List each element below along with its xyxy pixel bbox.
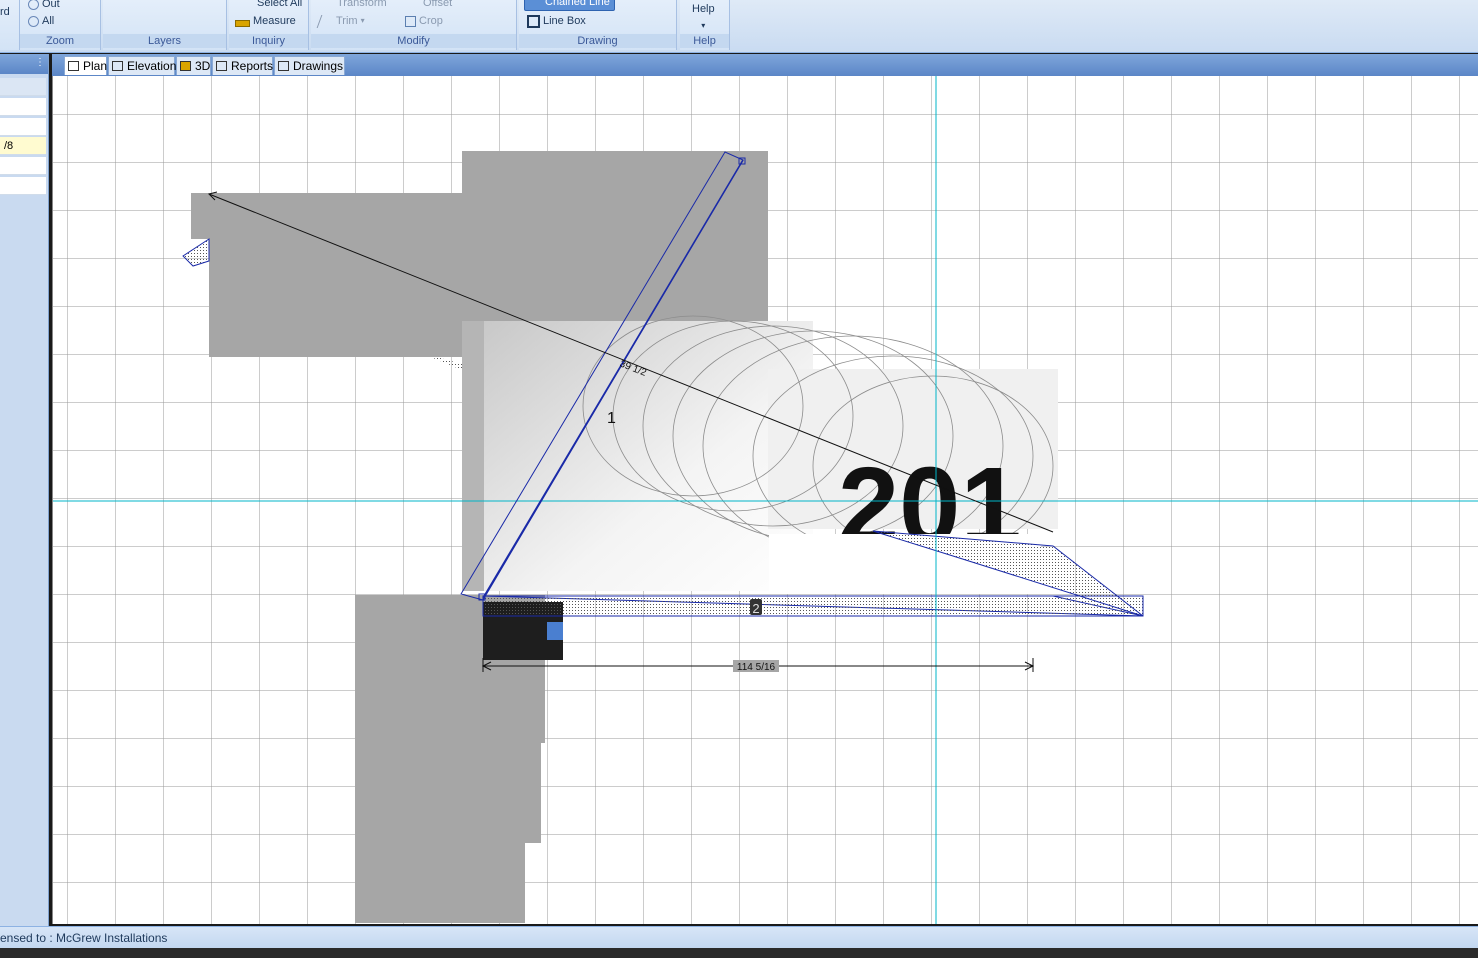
bottom-dimension-label: 114 5/16 bbox=[737, 662, 776, 673]
plan-canvas[interactable]: 201 39 1/2 114 5/16 1 2 bbox=[52, 76, 1478, 924]
trim-icon bbox=[316, 14, 336, 28]
select-all-button[interactable]: Select All bbox=[241, 0, 302, 11]
ribbon-group-partial: rd bbox=[0, 0, 20, 50]
zoom-all-icon bbox=[28, 15, 39, 27]
ruler-icon bbox=[235, 19, 250, 27]
offset-icon bbox=[407, 0, 420, 10]
line-box-button[interactable]: Line Box bbox=[527, 13, 586, 29]
property-row[interactable] bbox=[0, 78, 46, 96]
tab-reports[interactable]: Reports bbox=[212, 56, 273, 75]
ribbon-group-modify: Transform Offset Trim ▾ Crop Modify bbox=[311, 0, 517, 50]
line-box-icon bbox=[527, 14, 540, 28]
tab-drawings[interactable]: Drawings bbox=[274, 56, 345, 75]
transform-icon bbox=[321, 0, 334, 10]
crop-button[interactable]: Crop bbox=[405, 13, 443, 29]
ribbon: rd Out All Zoom Layers Select All Measur… bbox=[0, 0, 1478, 53]
zoom-out-button[interactable]: Out bbox=[28, 0, 60, 12]
pencil-icon bbox=[529, 0, 542, 9]
ribbon-group-drawing: Chained Line Line Box Drawing bbox=[519, 0, 677, 50]
ribbon-group-help: Help ▾ Help bbox=[680, 0, 730, 50]
dropdown-arrow-icon: ▾ bbox=[360, 16, 365, 25]
ribbon-group-inquiry: Select All Measure Inquiry bbox=[229, 0, 309, 50]
zoom-out-icon bbox=[28, 0, 39, 10]
drawings-icon bbox=[278, 61, 289, 71]
property-row[interactable] bbox=[0, 118, 46, 136]
drawing-group-label: Drawing bbox=[519, 34, 676, 48]
properties-panel: ⋮ /8 bbox=[0, 54, 49, 926]
modify-group-label: Modify bbox=[311, 34, 516, 48]
license-text: ensed to : McGrew Installations bbox=[0, 931, 168, 945]
help-button[interactable]: Help ▾ bbox=[692, 3, 715, 30]
drawing-surface[interactable]: 201 39 1/2 114 5/16 1 2 bbox=[53, 76, 1478, 924]
status-bar: ensed to : McGrew Installations bbox=[0, 926, 1478, 949]
elevation-icon bbox=[112, 61, 123, 71]
tab-3d[interactable]: 3D bbox=[176, 56, 211, 75]
property-row[interactable] bbox=[0, 177, 46, 195]
cube-icon bbox=[180, 61, 191, 71]
transform-button[interactable]: Transform bbox=[321, 0, 387, 11]
ribbon-group-layers: Layers bbox=[103, 0, 227, 50]
help-group-label: Help bbox=[680, 34, 729, 48]
ribbon-group-zoom: Out All Zoom bbox=[20, 0, 101, 50]
piece-label[interactable]: 2 bbox=[752, 601, 759, 616]
measure-button[interactable]: Measure bbox=[235, 13, 296, 29]
offset-button[interactable]: Offset bbox=[407, 0, 452, 11]
tab-elevation[interactable]: Elevation bbox=[108, 56, 176, 75]
view-tabs: Plan Elevation 3D Reports Drawings bbox=[52, 54, 1478, 76]
crop-icon bbox=[405, 15, 416, 27]
layers-group-label: Layers bbox=[103, 34, 226, 48]
plan-icon bbox=[68, 61, 79, 71]
partial-ribbon-label[interactable]: rd bbox=[0, 4, 10, 20]
panel-header: ⋮ bbox=[0, 54, 48, 74]
property-row[interactable] bbox=[0, 157, 46, 175]
trim-button[interactable]: Trim ▾ bbox=[316, 13, 365, 29]
reports-icon bbox=[216, 61, 227, 71]
app-icon bbox=[547, 622, 563, 640]
property-row[interactable] bbox=[0, 98, 46, 116]
chained-line-button[interactable]: Chained Line bbox=[524, 0, 615, 11]
piece-label[interactable]: 1 bbox=[607, 410, 616, 427]
grip-icon[interactable]: ⋮ bbox=[35, 57, 45, 68]
tab-plan[interactable]: Plan bbox=[64, 56, 107, 75]
zoom-all-button[interactable]: All bbox=[28, 13, 54, 29]
property-value-field[interactable]: /8 bbox=[0, 137, 46, 155]
zoom-group-label: Zoom bbox=[20, 34, 100, 48]
inquiry-group-label: Inquiry bbox=[229, 34, 308, 48]
taskbar bbox=[0, 948, 1478, 958]
select-icon bbox=[241, 0, 254, 10]
dropdown-arrow-icon: ▾ bbox=[701, 21, 706, 30]
